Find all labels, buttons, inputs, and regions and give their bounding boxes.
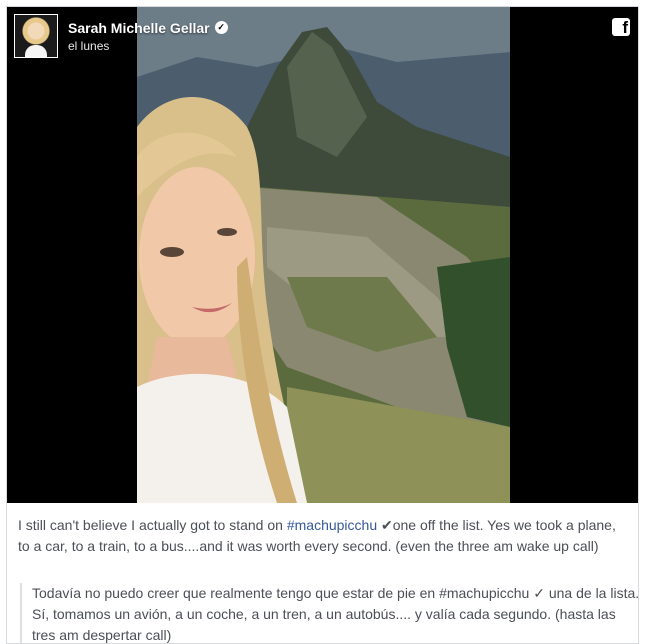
- author-avatar[interactable]: [14, 14, 58, 58]
- author-info: Sarah Michelle Gellar ✓ el lunes: [68, 20, 228, 53]
- verified-badge-icon: ✓: [214, 21, 228, 34]
- post-timestamp[interactable]: el lunes: [68, 39, 228, 53]
- caption-text-start: I still can't believe I actually got to …: [18, 517, 287, 533]
- photo-illustration: [137, 7, 510, 503]
- post-caption: I still can't believe I actually got to …: [18, 515, 630, 557]
- post-header: Sarah Michelle Gellar ✓ el lunes: [14, 14, 228, 58]
- author-name-row: Sarah Michelle Gellar ✓: [68, 20, 228, 36]
- checkmark-icon: ✔: [381, 517, 393, 533]
- translation-text-start: Todavía no puedo creer que realmente ten…: [32, 585, 534, 601]
- post-translation: Todavía no puedo creer que realmente ten…: [20, 583, 638, 643]
- author-name[interactable]: Sarah Michelle Gellar: [68, 20, 210, 36]
- facebook-icon[interactable]: f: [612, 18, 630, 36]
- hashtag-link[interactable]: #machupicchu: [287, 517, 377, 533]
- translation-checkmark-icon: ✓: [533, 585, 545, 601]
- embedded-post: Sarah Michelle Gellar ✓ el lunes f I sti…: [6, 6, 639, 644]
- post-photo[interactable]: [137, 7, 510, 503]
- post-media[interactable]: Sarah Michelle Gellar ✓ el lunes f: [7, 7, 638, 503]
